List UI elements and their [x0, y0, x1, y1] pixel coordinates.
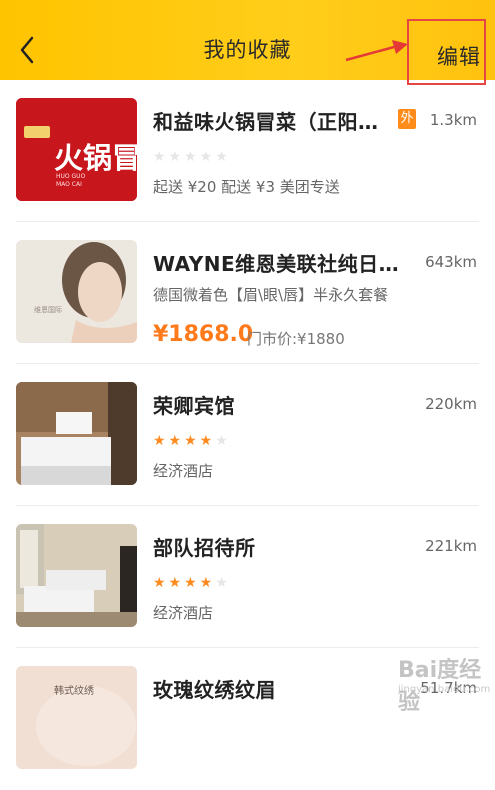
item-thumbnail: [16, 524, 137, 627]
svg-text:维恩国际: 维恩国际: [34, 305, 62, 314]
svg-text:HUO GUO: HUO GUO: [56, 173, 86, 180]
item-thumbnail: 维恩国际: [16, 240, 137, 343]
deal-price: ¥1868.0: [153, 322, 254, 347]
thumb-text: 韩式纹绣: [54, 684, 94, 697]
item-thumbnail: 火锅冒菜 HUO GUO MAO CAI: [16, 98, 137, 201]
watermark-sub: jingyan.baidu.com: [398, 684, 491, 695]
item-thumbnail: [16, 382, 137, 485]
item-name: 部队招待所: [153, 536, 256, 560]
svg-text:MAO CAI: MAO CAI: [56, 181, 82, 188]
rating-stars: ★★★★★: [153, 433, 231, 449]
item-name: 荣卿宾馆: [153, 394, 235, 418]
top-bar: 我的收藏 编辑: [0, 0, 495, 85]
deal-description: 德国微着色【眉\眼\唇】半永久套餐: [153, 286, 389, 304]
item-thumbnail: 韩式纹绣: [16, 666, 137, 769]
list-item[interactable]: 部队招待所 221km ★★★★★ 经济酒店: [0, 506, 495, 648]
list-item[interactable]: 火锅冒菜 HUO GUO MAO CAI 和益味火锅冒菜（正阳… 外 1.3km…: [0, 80, 495, 222]
original-price: 门市价:¥1880: [247, 330, 345, 348]
item-distance: 220km: [425, 395, 477, 413]
delivery-info: 起送 ¥20 配送 ¥3 美团专送: [153, 178, 340, 196]
item-name: 和益味火锅冒菜（正阳…: [153, 110, 379, 134]
item-name: 玫瑰纹绣纹眉: [153, 678, 276, 702]
item-distance: 1.3km: [429, 111, 477, 129]
item-distance: 643km: [425, 253, 477, 271]
list-item[interactable]: 维恩国际 WAYNE维恩美联社纯日… 643km 德国微着色【眉\眼\唇】半永久…: [0, 222, 495, 364]
rating-stars: ★★★★★: [153, 149, 231, 165]
item-distance: 221km: [425, 537, 477, 555]
rating-stars: ★★★★★: [153, 575, 231, 591]
hotel-category: 经济酒店: [153, 462, 214, 480]
item-name: WAYNE维恩美联社纯日…: [153, 252, 400, 276]
baidu-watermark: Bai度经验 jingyan.baidu.com: [398, 650, 491, 715]
edit-button[interactable]: 编辑: [437, 41, 481, 71]
red-arrow-annotation: [345, 40, 408, 62]
thumb-text: 火锅冒菜: [54, 141, 137, 175]
hotel-category: 经济酒店: [153, 604, 214, 622]
list-item[interactable]: 荣卿宾馆 220km ★★★★★ 经济酒店: [0, 364, 495, 506]
takeout-badge: 外: [398, 109, 416, 129]
